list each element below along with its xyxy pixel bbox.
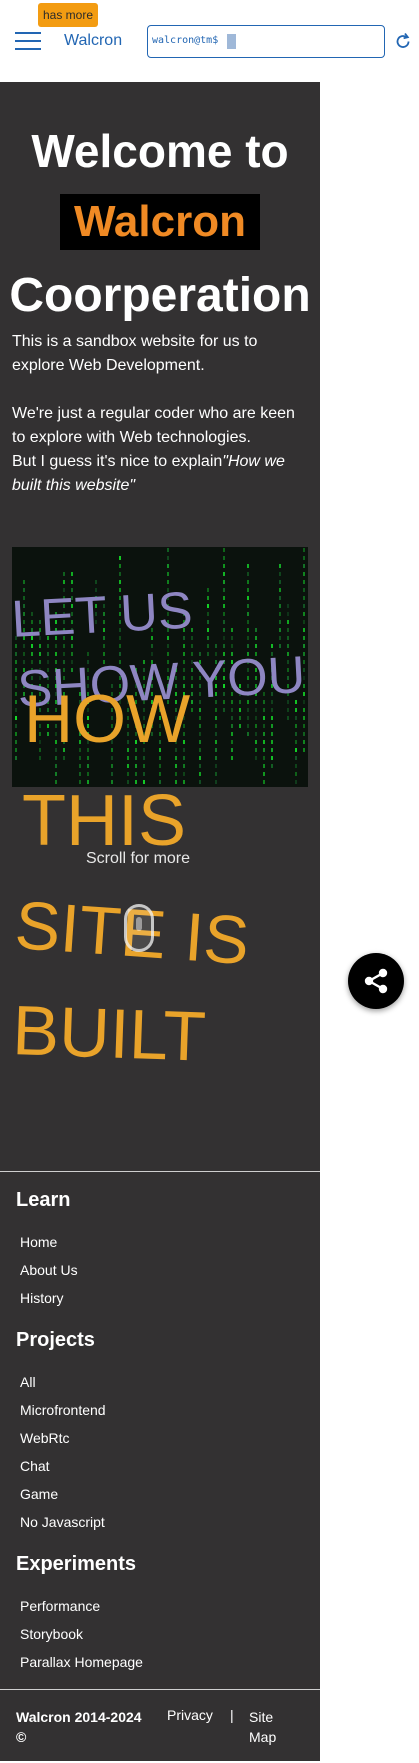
animated-text-built: BUILT <box>11 990 208 1076</box>
copyright-label: Walcron 2014-2024 <box>16 1709 142 1725</box>
intro-paragraph-1: This is a sandbox website for us to expl… <box>12 333 258 374</box>
intro-paragraph-3-prefix: But I guess it's nice to explain <box>12 453 223 470</box>
brand-highlight-box: Walcron <box>60 194 260 250</box>
hamburger-icon[interactable] <box>15 30 41 52</box>
privacy-link[interactable]: Privacy <box>167 1707 213 1723</box>
scroll-hint: Scroll for more <box>86 850 191 867</box>
copyright-text: Walcron 2014-2024 © <box>16 1707 142 1747</box>
animated-text-let-us: LET US <box>10 581 194 649</box>
footer-link-about-us[interactable]: About Us <box>20 1262 78 1278</box>
intro-paragraph-2: We're just a regular coder who are keen … <box>12 405 295 446</box>
terminal-cursor <box>227 34 236 49</box>
intro-text: This is a sandbox website for us to expl… <box>12 330 312 498</box>
footer-link-performance[interactable]: Performance <box>20 1598 100 1614</box>
top-header: has more Walcron walcron@tm$ <box>0 0 419 82</box>
footer-separator: | <box>230 1707 234 1723</box>
brand-link[interactable]: Walcron <box>64 32 122 50</box>
terminal-input[interactable]: walcron@tm$ <box>147 25 385 58</box>
footer-link-webrtc[interactable]: WebRtc <box>20 1430 70 1446</box>
hero-section: Welcome to Walcron Coorperation This is … <box>0 82 320 1171</box>
footer-link-home[interactable]: Home <box>20 1234 57 1250</box>
footer-link-history[interactable]: History <box>20 1290 64 1306</box>
intro-paragraph-3: But I guess it's nice to explain"How we … <box>12 450 312 498</box>
copyright-symbol: © <box>16 1729 27 1745</box>
brand-highlight-text: Walcron <box>74 197 246 246</box>
footer-link-no-javascript[interactable]: No Javascript <box>20 1514 105 1530</box>
share-icon <box>364 968 388 994</box>
footer-link-game[interactable]: Game <box>20 1486 58 1502</box>
footer-link-microfrontend[interactable]: Microfrontend <box>20 1402 106 1418</box>
footer-bottom-bar: Walcron 2014-2024 © Privacy | Site Map <box>0 1689 320 1763</box>
scroll-mouse-icon <box>124 904 154 952</box>
refresh-icon[interactable] <box>393 31 413 51</box>
has-more-badge: has more <box>38 3 99 27</box>
footer-section-experiments-title: Experiments <box>16 1553 137 1575</box>
animated-text-how: HOW <box>24 681 191 757</box>
share-button[interactable] <box>348 953 404 1009</box>
footer-link-all[interactable]: All <box>20 1374 36 1390</box>
hero-title-line1: Welcome to <box>31 125 289 177</box>
hero-title-line3: Coorperation <box>9 269 311 322</box>
footer-link-storybook[interactable]: Storybook <box>20 1626 83 1642</box>
footer-link-parallax-homepage[interactable]: Parallax Homepage <box>20 1654 143 1670</box>
footer-section-projects-title: Projects <box>16 1329 95 1351</box>
footer-section-learn-title: Learn <box>16 1189 71 1211</box>
footer-link-chat[interactable]: Chat <box>20 1458 50 1474</box>
site-footer: Learn Home About Us History Projects All… <box>0 1171 320 1761</box>
terminal-prompt: walcron@tm$ <box>152 35 219 46</box>
sitemap-link[interactable]: Site Map <box>249 1707 299 1747</box>
